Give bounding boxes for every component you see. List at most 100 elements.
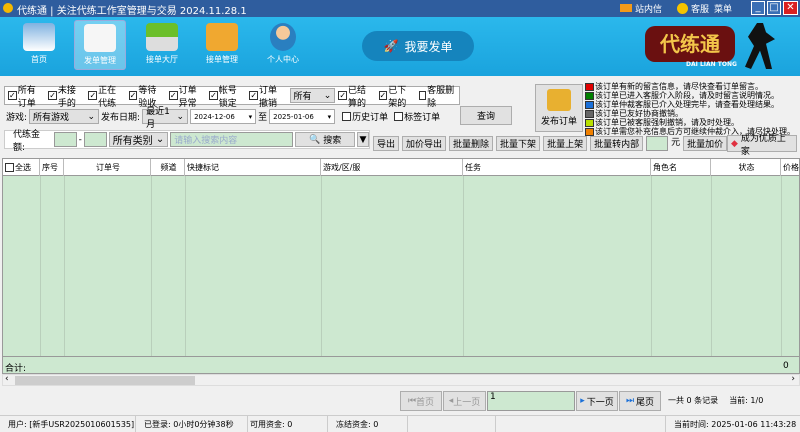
mail-icon	[620, 4, 632, 12]
game-label: 游戏:	[6, 113, 28, 123]
raise-export-button[interactable]: 加价导出	[402, 136, 447, 151]
select-all-checkbox[interactable]: 全选	[3, 159, 40, 176]
horizontal-scrollbar[interactable]: ‹ ›	[2, 374, 800, 386]
amount-min-input[interactable]	[53, 132, 77, 147]
logo-subtext: DAI LIAN TONG	[686, 61, 737, 68]
search-button[interactable]: 🔍 搜索	[295, 132, 355, 147]
last-page-button[interactable]: ⏭ 尾页	[619, 391, 661, 411]
query-button[interactable]: 查询	[460, 106, 512, 125]
publish-order-button[interactable]: 发布订单	[535, 84, 583, 132]
status-select[interactable]: 所有 ⌄	[289, 88, 336, 103]
check-history[interactable]: 历史订单	[342, 110, 388, 123]
batch-raise-button[interactable]: 批量加价	[683, 136, 728, 151]
scroll-right-arrow[interactable]: ›	[791, 374, 795, 384]
check-untaken[interactable]: ✓ 未接手的	[48, 83, 84, 109]
col-task[interactable]: 任务	[463, 159, 651, 176]
to-label: 至	[258, 113, 268, 123]
action-buttons: 导出 加价导出 批量删除 批量下架 批量上架 批量转内部 元 批量加价	[373, 136, 728, 151]
col-game-server[interactable]: 游戏/区/服	[321, 159, 463, 176]
check-cs-deleted[interactable]: 客服删除	[418, 83, 455, 109]
logo: 代练通 DAI LIAN TONG	[640, 21, 790, 73]
col-order-id[interactable]: 订单号	[64, 159, 151, 176]
check-tagged[interactable]: 标签订单	[394, 110, 440, 123]
check-delisted[interactable]: ✓ 已下架的	[378, 83, 415, 109]
status-available-funds: 可用资金: 0	[248, 416, 328, 432]
maximize-button[interactable]: □	[767, 1, 781, 15]
prev-page-button[interactable]: ◂ 上一页	[443, 391, 486, 411]
nav-label: 首页	[31, 55, 47, 64]
total-row: 合计: 0	[3, 356, 799, 373]
batch-delist-button[interactable]: 批量下架	[496, 136, 541, 151]
legend: 该订单有新的留言信息，请尽快查看订单留言。 该订单已进入客服介入阶段，请及时留言…	[585, 82, 795, 136]
yuan-label: 元	[671, 138, 681, 148]
folder-plus-icon	[547, 89, 571, 111]
col-quick-tag[interactable]: 快捷标记	[185, 159, 321, 176]
scroll-thumb[interactable]	[15, 376, 195, 385]
window-title: 代练通 | 关注代练工作室管理与交易 2024.11.28.1	[17, 6, 247, 17]
export-button[interactable]: 导出	[373, 136, 400, 151]
document-pen-icon	[84, 24, 116, 52]
nav-home[interactable]: 首页	[13, 20, 65, 70]
search-dropdown-button[interactable]: ▼	[357, 132, 369, 147]
close-button[interactable]: ✕	[783, 1, 798, 15]
raise-amount-input[interactable]	[646, 136, 669, 151]
service-link[interactable]: 客服	[691, 2, 709, 15]
home-icon	[23, 23, 55, 51]
fighter-silhouette	[745, 23, 775, 69]
first-page-button[interactable]: ⏮ 首页	[400, 391, 442, 411]
check-account-locked[interactable]: ✓ 帐号锁定	[209, 83, 245, 109]
date-to-picker[interactable]: 2025-01-06 ▾	[269, 109, 336, 124]
search-row: 代练金额: - 所有类别 ⌄ 请输入搜索内容 🔍 搜索 ▼	[4, 130, 370, 153]
batch-delete-button[interactable]: 批量删除	[449, 136, 494, 151]
menu-link[interactable]: 菜单	[714, 2, 732, 15]
orders-table: 全选 序号 订单号 频道 快捷标记 游戏/区/服 任务 角色名 状态 价格 合计…	[2, 158, 800, 374]
check-settled[interactable]: ✓ 已结算的	[338, 83, 374, 109]
scroll-left-arrow[interactable]: ‹	[5, 374, 9, 384]
check-cancelled[interactable]: ✓ 订单撤销	[249, 83, 285, 109]
page-input[interactable]: 1	[487, 391, 575, 411]
nav-label: 发单管理	[84, 56, 116, 65]
batch-list-button[interactable]: 批量上架	[543, 136, 588, 151]
nav-label: 接单管理	[206, 55, 238, 64]
current-page: 当前: 1/0	[729, 396, 764, 405]
date-from-picker[interactable]: 2024-12-06 ▾	[190, 109, 257, 124]
nav-order-management[interactable]: 发单管理	[74, 20, 126, 70]
col-role-name[interactable]: 角色名	[651, 159, 711, 176]
next-page-button[interactable]: ▸ 下一页	[576, 391, 618, 411]
minimize-button[interactable]: _	[751, 1, 765, 15]
dash: -	[78, 134, 82, 145]
col-status[interactable]: 状态	[711, 159, 781, 176]
record-count: 一共 0 条记录	[668, 396, 719, 405]
col-channel[interactable]: 频道	[151, 159, 185, 176]
become-premium-button[interactable]: ◆ 成为优质上家	[727, 134, 797, 157]
download-tray-icon	[146, 23, 178, 51]
check-in-progress[interactable]: ✓ 正在代练	[88, 83, 124, 109]
col-price[interactable]: 价格	[781, 159, 799, 176]
mail-link[interactable]: 站内信	[635, 2, 662, 15]
col-index[interactable]: 序号	[40, 159, 64, 176]
title-bar: 代练通 | 关注代练工作室管理与交易 2024.11.28.1 站内信 客服 菜…	[0, 0, 800, 17]
check-all-orders[interactable]: ✓ 所有订单	[8, 83, 44, 109]
table-header: 全选 序号 订单号 频道 快捷标记 游戏/区/服 任务 角色名 状态 价格	[3, 159, 799, 176]
game-select[interactable]: 所有游戏 ⌄	[29, 109, 100, 124]
status-frozen-funds: 冻结资金: 0	[328, 416, 408, 432]
main-toolbar: 首页 发单管理 接单大厅 接单管理 个人中心 🚀 我要发单 代练通 DAI LIA…	[0, 17, 800, 76]
nav-personal-center[interactable]: 个人中心	[257, 20, 309, 70]
nav-label: 个人中心	[267, 55, 299, 64]
status-filter-group: ✓ 所有订单 ✓ 未接手的 ✓ 正在代练 ✓ 等待验收 ✓ 订单异常 ✓ 帐号锁定 ✓ 订单撤…	[4, 86, 460, 109]
category-select[interactable]: 所有类别 ⌄	[108, 132, 169, 147]
status-bar: 用户: [新手USR2025010601535] 已登录: 0小时0分钟38秒 …	[0, 415, 800, 432]
search-input[interactable]: 请输入搜索内容	[170, 132, 294, 147]
publish-order-big-button[interactable]: 🚀 我要发单	[362, 31, 474, 61]
nav-order-hall[interactable]: 接单大厅	[136, 20, 188, 70]
publish-big-label: 我要发单	[404, 39, 453, 54]
batch-internal-button[interactable]: 批量转内部	[590, 136, 644, 151]
nav-taken-orders[interactable]: 接单管理	[196, 20, 248, 70]
clipboard-check-icon	[206, 23, 238, 51]
legend-item: 该订单需您补充信息后方可继续仲裁介入，请尽快处理。	[585, 127, 795, 136]
nav-label: 接单大厅	[146, 55, 178, 64]
publish-label: 发布订单	[540, 117, 577, 127]
date-range-select[interactable]: 最近1月 ⌄	[142, 107, 189, 130]
amount-max-input[interactable]	[83, 132, 107, 147]
rocket-icon: 🚀	[383, 39, 399, 53]
